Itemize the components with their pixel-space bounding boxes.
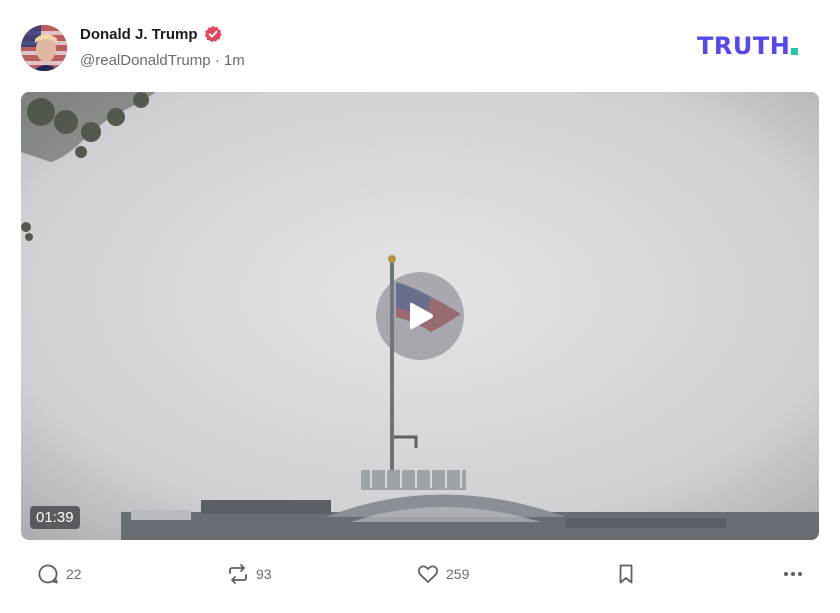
retruth-button[interactable]: 93 [226, 556, 272, 592]
bookmark-icon [619, 564, 633, 584]
retruth-icon [229, 564, 247, 584]
logo-dot [791, 48, 799, 55]
avatar[interactable] [21, 25, 67, 71]
display-name[interactable]: Donald J. Trump [80, 26, 198, 43]
separator-dot: · [214, 52, 220, 69]
more-options-button[interactable] [781, 556, 805, 592]
reply-count: 22 [66, 566, 82, 582]
handle-row: @realDonaldTrump · 1m [80, 52, 245, 69]
more-icon [784, 572, 802, 576]
heart-icon [417, 565, 439, 583]
avatar-image [21, 25, 67, 71]
reply-button[interactable]: 22 [36, 556, 82, 592]
name-row: Donald J. Trump [80, 25, 222, 43]
video-player[interactable]: 01:39 [21, 92, 819, 540]
like-button[interactable]: 259 [416, 556, 469, 592]
user-handle[interactable]: @realDonaldTrump [80, 52, 211, 69]
play-icon [410, 302, 433, 330]
logo-text: TRUTH [697, 32, 791, 60]
truth-logo[interactable]: TRUTH [697, 32, 799, 60]
retruth-count: 93 [256, 566, 272, 582]
post-actions: 22 93 259 [0, 556, 840, 592]
post-timestamp[interactable]: 1m [224, 52, 245, 69]
play-button[interactable] [376, 272, 464, 360]
video-duration: 01:39 [30, 506, 80, 529]
post-header: Donald J. Trump @realDonaldTrump · 1m TR… [0, 0, 840, 90]
reply-icon [38, 564, 58, 584]
bookmark-button[interactable] [614, 556, 638, 592]
like-count: 259 [446, 566, 470, 582]
verified-badge-icon [204, 25, 222, 43]
